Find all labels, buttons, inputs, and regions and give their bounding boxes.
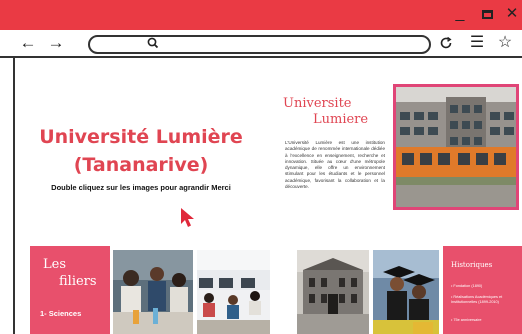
star-icon[interactable]: ☆ [496, 33, 514, 53]
minimize-icon[interactable]: _ [451, 4, 469, 24]
maximize-icon[interactable] [478, 4, 496, 24]
filiers-title-line1: Les [43, 257, 66, 272]
historic-building-photo[interactable] [297, 250, 369, 334]
search-icon [147, 37, 159, 55]
historiques-title: Historiques [451, 261, 493, 269]
mouse-cursor-icon [181, 208, 194, 227]
filiers-panel[interactable]: Les filiers 1- Sciences [30, 246, 110, 334]
about-heading-line2: Lumiere [313, 112, 369, 127]
filiers-title-line2: filiers [59, 274, 97, 289]
address-bar[interactable] [88, 35, 431, 54]
filiers-item[interactable]: 1- Sciences [40, 309, 81, 318]
hamburger-menu-icon[interactable]: ☰ [468, 33, 486, 53]
campus-building-image[interactable] [393, 84, 519, 210]
page-title-line1: Université Lumière [39, 126, 243, 148]
historiques-panel[interactable]: Historiques • Fondation (1890) • Réalisa… [443, 246, 522, 334]
close-icon[interactable]: ✕ [503, 4, 521, 24]
browser-title-bar: _ ✕ [0, 0, 522, 30]
arrow-right-icon[interactable]: → [46, 33, 66, 53]
historiques-event: • 75e anniversaire [451, 318, 482, 322]
historiques-event: • Fondation (1890) [451, 284, 483, 288]
browser-toolbar: ← → ☰ ☆ [0, 30, 522, 58]
about-description: L'Université Lumière est une institution… [285, 140, 385, 190]
reload-icon[interactable] [437, 33, 455, 53]
about-heading: Universite Lumiere [283, 96, 388, 128]
page-title: Université Lumière (Tananarive) [20, 123, 262, 179]
historiques-event: • Réalisations Académiques et Institutio… [451, 295, 503, 304]
classroom-photo[interactable] [197, 250, 270, 334]
page-subtitle: Double cliquez sur les images pour agran… [51, 183, 231, 192]
arrow-left-icon[interactable]: ← [18, 33, 38, 53]
students-lab-photo[interactable] [113, 250, 193, 334]
window-left-border [13, 58, 15, 334]
about-heading-line1: Universite [283, 96, 352, 111]
graduation-photo[interactable] [373, 250, 439, 334]
page-title-line2: (Tananarive) [73, 154, 209, 176]
